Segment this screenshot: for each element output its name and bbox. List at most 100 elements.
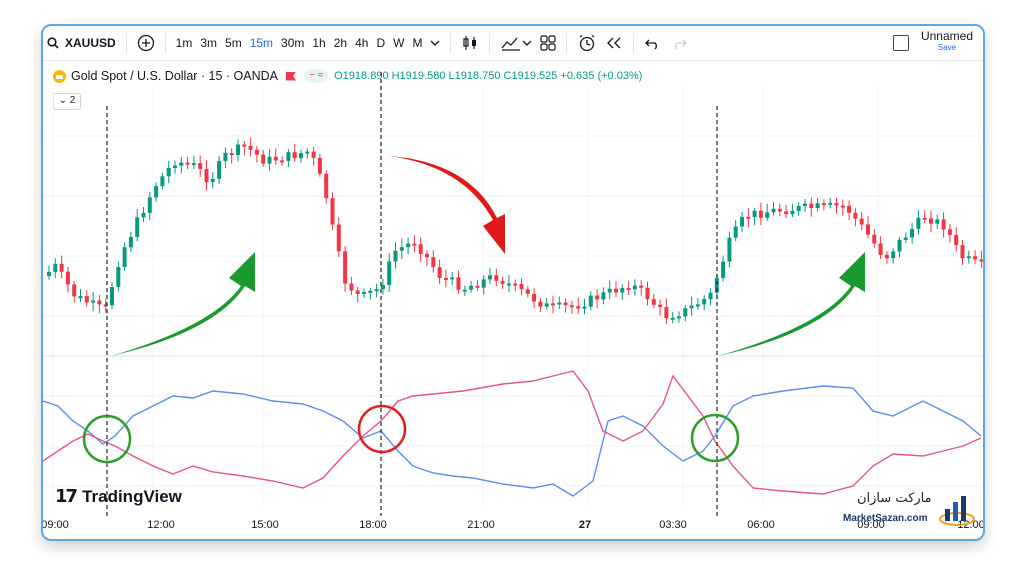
replay-button[interactable] <box>601 31 627 55</box>
candle <box>569 305 574 308</box>
candle <box>947 229 952 235</box>
candle <box>450 277 455 280</box>
candle <box>261 154 266 164</box>
interval-2h[interactable]: 2h <box>330 31 351 55</box>
candle <box>236 144 240 156</box>
candle <box>59 263 64 272</box>
candle <box>620 287 625 293</box>
candle <box>349 283 354 291</box>
crossover-circle-red <box>357 404 407 454</box>
candle <box>418 244 423 254</box>
candle <box>966 256 971 259</box>
toolbar-divider <box>125 33 127 53</box>
symbol-name: XAUUSD <box>65 36 116 50</box>
candle <box>65 271 70 285</box>
candle <box>267 156 272 164</box>
candle <box>305 151 310 154</box>
candle <box>210 178 215 183</box>
candle <box>758 210 763 218</box>
candle <box>362 291 366 294</box>
chart-canvas: 09:00 12:00 15:00 18:00 21:00 27 03:30 06:00 09:… <box>43 72 983 531</box>
interval-15m[interactable]: 15m <box>246 31 277 55</box>
layout-checkbox[interactable] <box>893 35 909 51</box>
candle <box>803 203 807 206</box>
layout-name-button[interactable]: Unnamed Save <box>921 30 973 54</box>
time-axis-label: 03:30 <box>659 519 687 531</box>
indicators-button[interactable] <box>496 31 536 55</box>
interval-w[interactable]: W <box>389 31 408 55</box>
candle <box>494 275 499 281</box>
interval-5m[interactable]: 5m <box>221 31 246 55</box>
interval-1m[interactable]: 1m <box>172 31 197 55</box>
time-axis-label: 15:00 <box>251 519 279 531</box>
candle <box>746 216 751 219</box>
candle <box>179 162 184 166</box>
ohlc-values: O1918.890 H1919.580 L1918.750 C1919.525 … <box>334 70 643 82</box>
di-plus-line <box>43 385 982 497</box>
interval-30m[interactable]: 30m <box>277 31 308 55</box>
candle <box>166 167 171 177</box>
redo-button[interactable] <box>666 31 692 55</box>
candle <box>922 217 927 220</box>
candle <box>563 302 568 306</box>
candle <box>897 239 902 252</box>
arrow-down <box>389 156 505 254</box>
candle <box>626 287 631 290</box>
candle <box>399 247 404 251</box>
search-icon <box>47 37 59 49</box>
toolbar-divider <box>633 33 635 53</box>
interval-d[interactable]: D <box>372 31 389 55</box>
symbol-search[interactable]: XAUUSD <box>43 31 120 55</box>
candle <box>677 316 681 319</box>
candle <box>790 210 795 215</box>
interval-dropdown[interactable] <box>426 31 444 55</box>
interval-1h[interactable]: 1h <box>308 31 329 55</box>
candle <box>872 234 877 244</box>
toolbar-divider <box>450 33 452 53</box>
grid-icon <box>540 35 557 51</box>
compare-button[interactable] <box>133 31 159 55</box>
candle <box>960 245 965 259</box>
legend-pill[interactable]: − ≈ <box>304 69 329 83</box>
candle <box>847 205 852 213</box>
time-axis-label: 06:00 <box>747 519 775 531</box>
candle <box>393 250 398 262</box>
candle <box>317 157 322 174</box>
tradingview-logo: 17 TradingView <box>55 486 182 507</box>
series-legend: Gold Spot / U.S. Dollar · 15 · OANDA − ≈… <box>53 69 642 83</box>
chart-type-button[interactable] <box>457 31 483 55</box>
candle <box>374 289 379 292</box>
chevron-down-icon <box>522 40 532 46</box>
interval-m[interactable]: M <box>408 31 426 55</box>
candle <box>551 303 555 306</box>
candle <box>311 151 316 158</box>
candle <box>941 219 946 230</box>
candle <box>784 211 789 215</box>
candle <box>557 302 562 305</box>
interval-3m[interactable]: 3m <box>196 31 221 55</box>
layout-button[interactable] <box>536 31 560 55</box>
candle <box>658 304 663 308</box>
alert-button[interactable] <box>573 31 601 55</box>
symbol-title: Gold Spot / U.S. Dollar · 15 · OANDA <box>71 69 279 83</box>
candle <box>229 152 234 156</box>
undo-icon <box>645 39 658 50</box>
candle <box>910 228 915 238</box>
candle <box>110 287 114 306</box>
candle <box>103 304 108 307</box>
save-link[interactable]: Save <box>921 42 973 54</box>
candle <box>141 212 146 218</box>
undo-button[interactable] <box>640 31 666 55</box>
interval-4h[interactable]: 4h <box>351 31 372 55</box>
collapse-indicators-button[interactable]: ⌄ 2 <box>53 93 81 110</box>
chevron-down-icon <box>430 40 440 46</box>
grid <box>43 86 983 506</box>
candle <box>456 277 461 290</box>
candle <box>929 218 933 224</box>
candle <box>173 165 177 168</box>
candle <box>708 292 713 300</box>
candle <box>607 288 612 293</box>
candle <box>242 144 247 147</box>
candle <box>689 305 694 309</box>
alarm-icon <box>580 34 595 52</box>
